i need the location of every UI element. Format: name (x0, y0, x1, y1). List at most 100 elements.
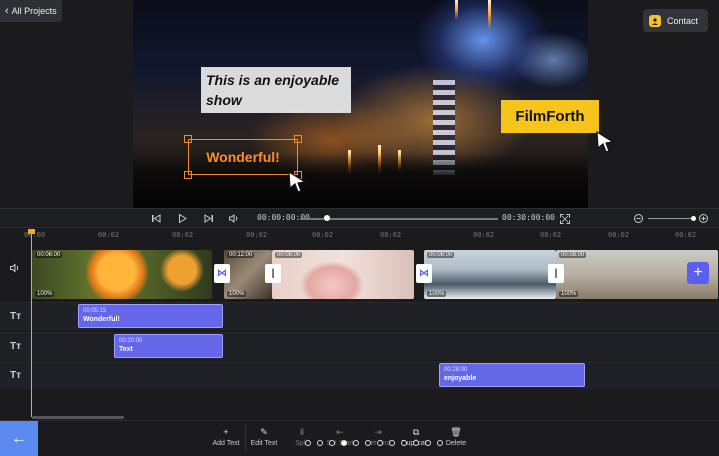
edit-text-label: Edit Text (250, 440, 278, 447)
text-track-icon: Tт (10, 341, 22, 352)
video-clip[interactable]: 00:08:00 (272, 250, 414, 299)
page-dot[interactable] (425, 440, 431, 446)
text-track-lane (0, 332, 719, 360)
chevron-left-icon: ‹ (5, 4, 9, 17)
trash-icon: 🗑 (450, 427, 462, 437)
text-clip[interactable]: 00:05:15 Wonderful! (78, 304, 223, 328)
page-indicator (305, 440, 443, 446)
playhead[interactable] (31, 229, 32, 417)
contact-icon (649, 14, 661, 27)
delete-label: Delete (445, 440, 467, 447)
clip-duration: 00:06:00 (35, 252, 63, 258)
fullscreen-icon[interactable] (558, 212, 571, 225)
skip-forward-icon[interactable] (202, 212, 214, 225)
clip-duration: 00:08:00 (427, 252, 455, 258)
page-dot[interactable] (401, 440, 407, 446)
overlay-brand-text[interactable]: FilmForth (501, 100, 599, 133)
firework-spark (488, 0, 491, 30)
transition-divider-icon[interactable]: | (265, 264, 281, 283)
video-clip[interactable]: 00:06:00 100% (32, 250, 212, 299)
text-track-icon: Tт (10, 311, 22, 322)
arrow-left-icon: ← (11, 429, 27, 447)
page-dot-active[interactable] (341, 440, 347, 446)
zoom-slider[interactable] (648, 218, 696, 219)
video-clip[interactable]: 00:08:00 100% (424, 250, 556, 299)
zoom-out-icon[interactable] (633, 212, 644, 225)
text-clip-duration: 00:20:00 (119, 338, 143, 344)
preview-area: ‹ All Projects This is an enjoyable show… (0, 0, 719, 210)
back-button[interactable]: ← (0, 421, 38, 456)
audio-track-icon[interactable] (10, 263, 21, 276)
clip-volume: 100% (559, 291, 579, 297)
add-text-button[interactable]: + Add Text (206, 427, 246, 447)
resize-handle[interactable] (184, 135, 192, 143)
page-dot[interactable] (365, 440, 371, 446)
resize-handle[interactable] (294, 135, 302, 143)
overlay-caption-text[interactable]: This is an enjoyable show (201, 67, 351, 113)
skip-back-icon[interactable] (150, 212, 162, 225)
text-clip-label: enjoyable (444, 375, 477, 382)
transition-icon[interactable]: ⋈ (214, 264, 230, 283)
pointer-cursor-icon (288, 170, 307, 193)
zoom-slider-knob[interactable] (691, 216, 696, 221)
volume-icon[interactable] (228, 212, 240, 225)
page-dot[interactable] (377, 440, 383, 446)
page-dot[interactable] (413, 440, 419, 446)
plus-icon: + (223, 427, 229, 437)
transition-divider-icon[interactable]: | (548, 264, 564, 283)
scrubber-knob[interactable] (324, 215, 330, 221)
ruler-tick: 00:02 (98, 231, 120, 239)
add-clip-button[interactable]: + (687, 262, 709, 284)
text-clip[interactable]: 00:28:00 enjoyable (439, 363, 585, 387)
text-track-lane (0, 361, 719, 389)
ruler-tick: 00:02 (608, 231, 630, 239)
ruler-tick: 00:02 (380, 231, 402, 239)
all-projects-label: All Projects (11, 6, 57, 16)
clip-volume: 100% (227, 291, 247, 297)
set-end-icon: ⇥ (374, 427, 382, 437)
play-icon[interactable] (176, 212, 188, 225)
clip-volume: 100% (427, 291, 447, 297)
total-time: 00:30:00:00 (502, 213, 555, 222)
zoom-in-icon[interactable] (698, 212, 709, 225)
all-projects-button[interactable]: ‹ All Projects (0, 0, 62, 22)
page-dot[interactable] (329, 440, 335, 446)
edit-icon: ✎ (260, 427, 268, 437)
text-clip-label: Wonderful! (83, 316, 120, 323)
set-start-icon: ⇤ (336, 427, 344, 437)
ruler-tick: 00:02 (172, 231, 194, 239)
player-controls: 00:00:00:00 00:30:00:00 (0, 208, 719, 228)
ruler-tick: 00:02 (675, 231, 697, 239)
clip-duration: 00:08:00 (275, 252, 303, 258)
text-clip-duration: 00:28:00 (444, 367, 468, 373)
clip-duration: 00:12:00 (227, 252, 255, 258)
text-clip[interactable]: 00:20:00 Text (114, 334, 223, 358)
page-dot[interactable] (437, 440, 443, 446)
transition-icon[interactable]: ⋈ (416, 264, 432, 283)
contact-button[interactable]: Contact (643, 9, 708, 32)
page-dot[interactable] (389, 440, 395, 446)
pointer-cursor-icon (596, 130, 615, 153)
resize-handle[interactable] (184, 171, 192, 179)
ruler-tick: 00:02 (473, 231, 495, 239)
text-clip-duration: 00:05:15 (83, 308, 107, 314)
page-dot[interactable] (353, 440, 359, 446)
timeline-ruler[interactable]: 00:00 00:02 00:02 00:02 00:02 00:02 00:0… (0, 229, 719, 243)
add-text-label: Add Text (212, 440, 240, 447)
split-icon: Ⅱ (299, 427, 305, 437)
page-dot[interactable] (305, 440, 311, 446)
clip-duration: 00:08:00 (559, 252, 587, 258)
contact-label: Contact (667, 15, 699, 26)
timeline-scrollbar[interactable] (32, 416, 124, 419)
ruler-tick: 00:02 (312, 231, 334, 239)
firework-spark (455, 0, 458, 20)
text-track-icon: Tт (10, 370, 22, 381)
text-clip-label: Text (119, 346, 133, 353)
page-dot[interactable] (317, 440, 323, 446)
clip-volume: 100% (35, 291, 55, 297)
plus-icon: + (693, 264, 703, 281)
ruler-tick: 00:02 (246, 231, 268, 239)
edit-text-button[interactable]: ✎ Edit Text (244, 427, 284, 447)
selected-text-overlay[interactable]: Wonderful! (188, 139, 298, 175)
ruler-tick: 00:02 (540, 231, 562, 239)
